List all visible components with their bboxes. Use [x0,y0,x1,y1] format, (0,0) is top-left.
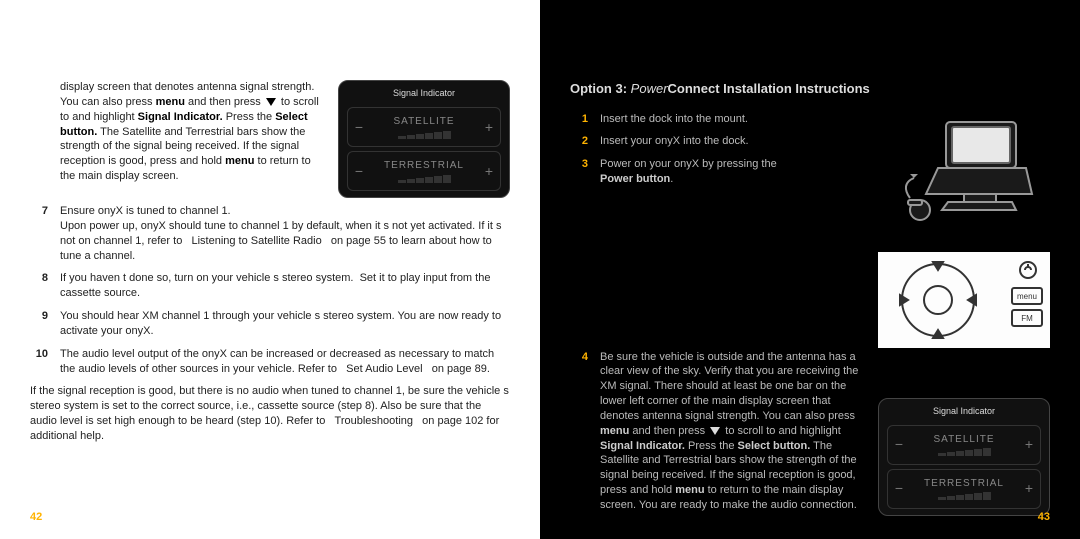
signal-indicator-screen: Signal Indicator − SATELLITE + − TERREST… [338,80,510,198]
heading-italic: Power [631,81,668,96]
page-right: Option 3: PowerConnect Installation Inst… [540,0,1080,539]
plus-icon: + [1022,479,1036,498]
list-text: If you haven t done so, turn on your veh… [60,271,510,301]
page-number-right: 43 [1038,510,1050,525]
satellite-label: SATELLITE [933,433,994,447]
terrestrial-row: − TERRESTRIAL + [887,469,1041,509]
plus-icon: + [482,162,496,181]
satellite-row: − SATELLITE + [887,425,1041,465]
signal-indicator-right-wrap: Signal Indicator − SATELLITE + − TERREST… [878,398,1050,516]
list-text: display screen that denotes antenna sign… [60,80,328,184]
fm-button-label: FM [1021,314,1033,323]
menu-button-label: menu [1017,292,1037,301]
heading-prefix: Option 3: [570,81,627,96]
list-number: 1 [570,112,588,127]
list-item: 2 Insert your onyX into the dock. [570,134,866,149]
plus-icon: + [1022,435,1036,454]
list-item: 4 Be sure the vehicle is outside and the… [570,350,866,513]
terrestrial-bars [938,492,991,500]
page-number-left: 42 [30,510,42,525]
list-text: Insert your onyX into the dock. [600,134,805,149]
list-number: 10 [30,347,48,377]
page-left: Signal Indicator − SATELLITE + − TERREST… [0,0,540,539]
list-item: 10 The audio level output of the onyX ca… [30,347,510,377]
list-text: Insert the dock into the mount. [600,112,805,127]
satellite-label: SATELLITE [393,115,454,129]
radio-illustration: menu FM [878,252,1050,348]
list-text: Ensure onyX is tuned to channel 1.Upon p… [60,204,510,263]
list-item: 7 Ensure onyX is tuned to channel 1.Upon… [30,204,510,263]
heading-bold: Connect Installation Instructions [668,81,870,96]
list-number: 2 [570,134,588,149]
list-item: 9 You should hear XM channel 1 through y… [30,309,510,339]
list-number: 7 [30,204,48,263]
terrestrial-label: TERRESTRIAL [924,477,1004,491]
list-text: Be sure the vehicle is outside and the a… [600,350,866,513]
list-text: Power on your onyX by pressing the Power… [600,157,805,187]
satellite-row: − SATELLITE + [347,107,501,147]
right-content: menu FM 1 Insert the dock into the mount… [570,112,1050,521]
list-number: 3 [570,157,588,187]
signal-title: Signal Indicator [347,87,501,99]
terrestrial-row: − TERRESTRIAL + [347,151,501,191]
list-item: 3 Power on your onyX by pressing the Pow… [570,157,866,187]
list-number: 8 [30,271,48,301]
minus-icon: − [352,118,366,137]
list-number: 4 [570,350,588,513]
list-item: 1 Insert the dock into the mount. [570,112,866,127]
minus-icon: − [892,479,906,498]
list-item: display screen that denotes antenna sign… [30,80,328,184]
satellite-bars [398,131,451,139]
minus-icon: − [352,162,366,181]
list-text: You should hear XM channel 1 through you… [60,309,510,339]
plus-icon: + [482,118,496,137]
minus-icon: − [892,435,906,454]
left-para: If the signal reception is good, but the… [30,384,510,443]
signal-indicator-screen: Signal Indicator − SATELLITE + − TERREST… [878,398,1050,516]
terrestrial-bars [398,175,451,183]
signal-indicator-left: Signal Indicator − SATELLITE + − TERREST… [338,80,510,198]
list-number: 9 [30,309,48,339]
signal-title: Signal Indicator [887,405,1041,417]
terrestrial-label: TERRESTRIAL [384,159,464,173]
dock-illustration [878,112,1050,252]
satellite-bars [938,448,991,456]
list-item: 8 If you haven t done so, turn on your v… [30,271,510,301]
list-text: The audio level output of the onyX can b… [60,347,510,377]
option3-heading: Option 3: PowerConnect Installation Inst… [570,80,1050,98]
list-number [30,80,48,184]
right-illustrations: menu FM [878,112,1050,348]
